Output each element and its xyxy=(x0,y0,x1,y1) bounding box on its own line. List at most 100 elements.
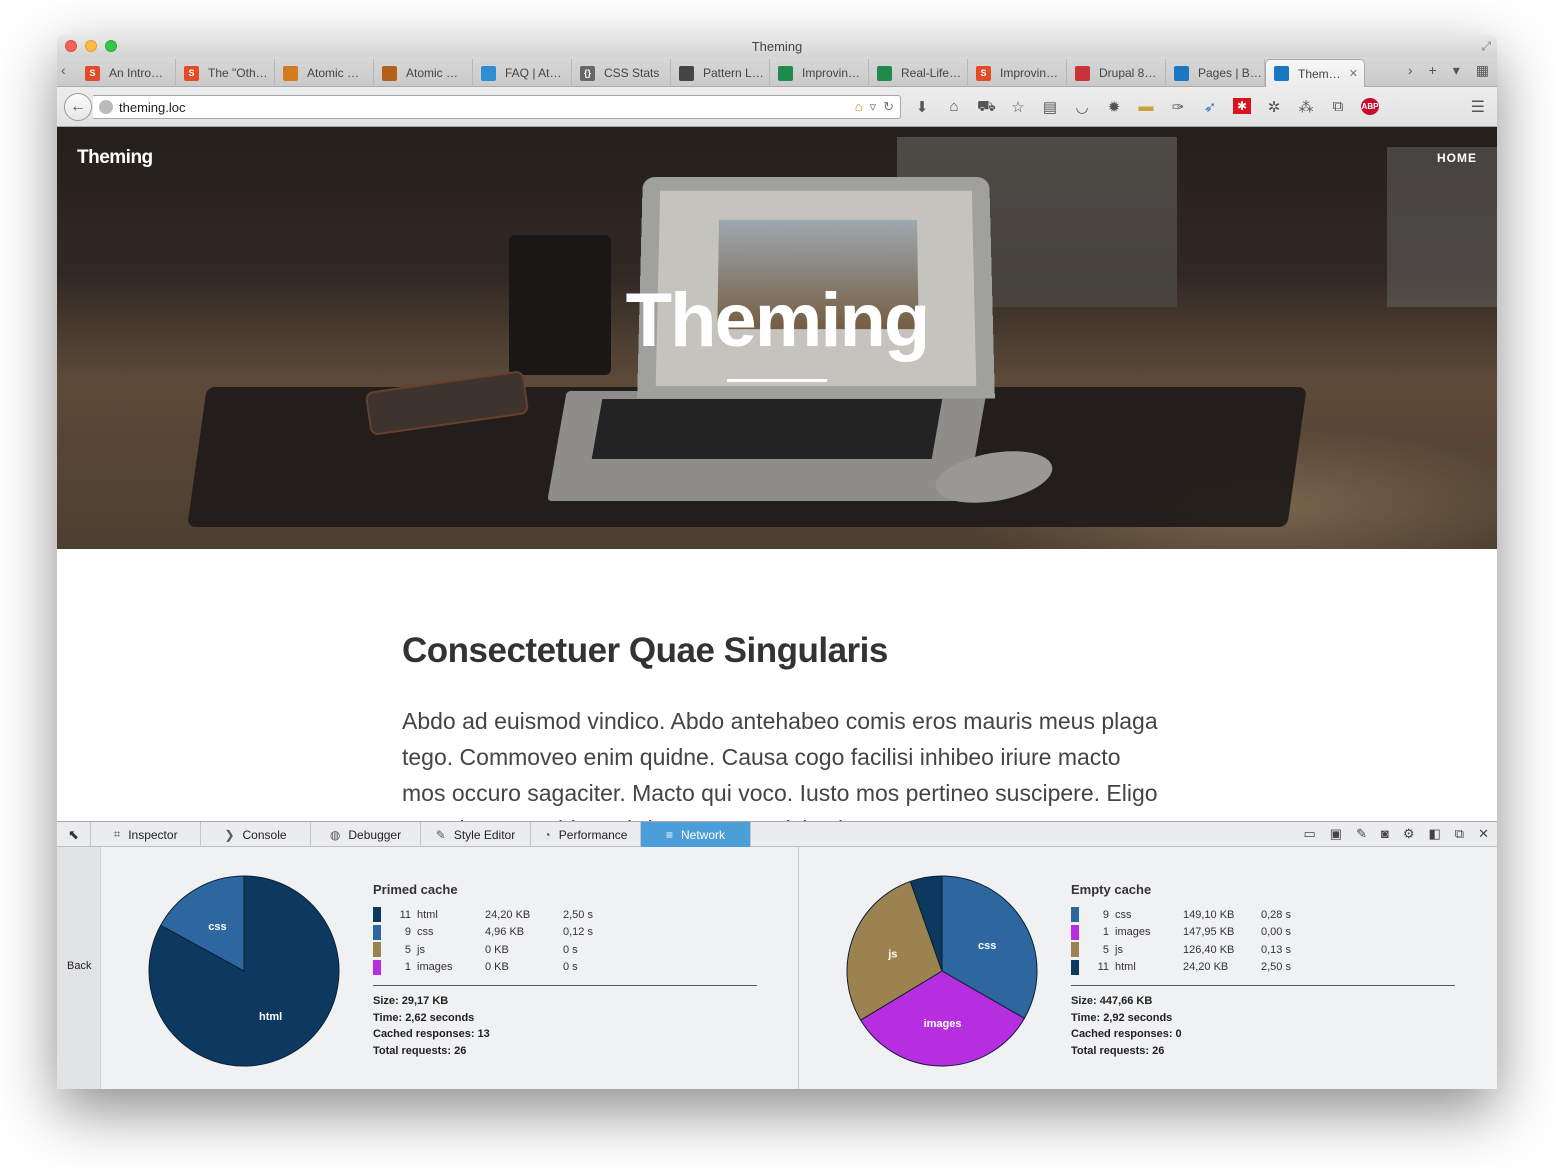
gear-icon[interactable]: ✹ xyxy=(1105,98,1123,117)
browser-tab[interactable]: Improvin… xyxy=(770,59,869,87)
home-page-icon[interactable]: ⌂ xyxy=(855,99,863,115)
home-icon[interactable]: ⌂ xyxy=(945,98,963,117)
eyedropper-icon[interactable]: ✎ xyxy=(1356,826,1367,842)
devtools-tab-performance[interactable]: ◔ Performance xyxy=(531,822,641,847)
cache-size: 149,10 KB xyxy=(1183,908,1235,921)
console-icon: ❯ xyxy=(224,827,235,842)
empty-cache-pie-chart: css images js xyxy=(846,875,1038,1067)
cache-type: html xyxy=(1115,961,1136,974)
devtools-tabs: ⌗ Inspector ❯ Console ◍ Debugger ✎ Style Editor… xyxy=(91,822,751,847)
browser-tab[interactable]: S The "Oth… xyxy=(176,59,275,87)
cache-time: 0,00 s xyxy=(1261,926,1291,939)
legend-swatch xyxy=(1071,942,1079,958)
cache-time: 0 s xyxy=(563,943,578,956)
bug-icon[interactable]: ✲ xyxy=(1265,98,1283,117)
summary-line: Total requests: 26 xyxy=(1071,1044,1165,1057)
devtools-close-icon[interactable]: ✕ xyxy=(1478,826,1489,842)
browser-tab-label: FAQ | At… xyxy=(505,66,562,80)
new-tab-icon[interactable]: + xyxy=(1429,62,1437,79)
footprints-icon[interactable]: ⁂ xyxy=(1297,98,1315,117)
browser-tab-label: Improvin… xyxy=(802,66,861,80)
browser-tab[interactable]: Real-Life… xyxy=(869,59,968,87)
orange-dot-icon xyxy=(283,65,298,81)
s-icon: S xyxy=(85,65,100,81)
ruler-icon[interactable]: ▬ xyxy=(1137,98,1155,117)
back-button[interactable]: ← xyxy=(64,93,92,121)
pie-label-css: css xyxy=(208,921,226,933)
legend-swatch xyxy=(373,942,381,958)
cache-type: css xyxy=(417,926,434,939)
cache-size: 4,96 KB xyxy=(485,926,525,939)
devtools-tab-debugger[interactable]: ◍ Debugger xyxy=(311,822,421,847)
drop-icon xyxy=(481,65,496,81)
element-picker-icon[interactable]: ⬉ xyxy=(57,822,91,847)
drupal-icon xyxy=(1174,65,1189,81)
split-console-icon[interactable]: ▭ xyxy=(1303,826,1315,842)
browser-window: Theming ⤢ ‹ S An Intro… S The "Oth… Atomic …… xyxy=(57,35,1497,1089)
legend-swatch xyxy=(1071,959,1079,975)
responsive-mode-icon[interactable]: ▣ xyxy=(1330,826,1342,842)
bookmark-star-icon[interactable]: ☆ xyxy=(1009,98,1027,117)
globe-icon xyxy=(99,100,113,114)
tab-scroll-left-icon[interactable]: ‹ xyxy=(61,62,66,78)
adblock-icon[interactable]: ABP xyxy=(1361,98,1379,115)
cache-size: 24,20 KB xyxy=(485,908,531,921)
red-extension-icon[interactable]: ✱ xyxy=(1233,98,1251,114)
cache-row: 5 js 126,40 KB 0,13 s xyxy=(1071,941,1455,959)
pie-label-js: js xyxy=(887,948,897,960)
browser-tab[interactable]: S An Intro… xyxy=(77,59,176,87)
browser-tab[interactable]: Pages | B… xyxy=(1166,59,1265,87)
fullscreen-icon[interactable]: ⤢ xyxy=(1481,39,1491,54)
downloads-icon[interactable]: ⬇ xyxy=(913,98,931,117)
empty-cache-title: Empty cache xyxy=(1071,882,1152,897)
summary-line: Time: 2,92 seconds xyxy=(1071,1011,1173,1024)
url-bar[interactable]: theming.loc ⌂ ▿ ↻ xyxy=(93,95,901,119)
browser-tab[interactable]: {} CSS Stats xyxy=(572,59,671,87)
tab-scroll-right-icon[interactable]: › xyxy=(1408,62,1413,79)
browser-tab[interactable]: Pattern L… xyxy=(671,59,770,87)
summary-line: Cached responses: 13 xyxy=(373,1028,490,1040)
cache-size: 147,95 KB xyxy=(1183,926,1235,939)
pie-label-html: html xyxy=(259,1011,282,1023)
devtools-tab-style-editor[interactable]: ✎ Style Editor xyxy=(421,822,531,847)
hamburger-menu-icon[interactable]: ☰ xyxy=(1471,97,1485,117)
devtools-tab-inspector[interactable]: ⌗ Inspector xyxy=(91,822,201,847)
url-text[interactable]: theming.loc xyxy=(119,100,185,115)
tab-list-dropdown-icon[interactable]: ▾ xyxy=(1453,62,1460,79)
cache-row: 11 html 24,20 KB 2,50 s xyxy=(373,906,757,924)
browser-tab[interactable]: Atomic … xyxy=(374,59,473,87)
site-logo[interactable]: Theming xyxy=(77,147,153,169)
close-tab-icon[interactable]: ✕ xyxy=(1349,67,1358,80)
back-label[interactable]: Back xyxy=(67,960,91,972)
browser-tab[interactable]: FAQ | At… xyxy=(473,59,572,87)
back-panel[interactable]: Back xyxy=(57,847,101,1089)
extension-car-icon[interactable]: ⛟ xyxy=(977,98,996,117)
reading-list-icon[interactable]: ▤ xyxy=(1041,98,1059,117)
browser-tab[interactable]: Them… ✕ xyxy=(1265,59,1365,87)
cursor-extension-icon[interactable]: ➶ xyxy=(1201,98,1219,117)
browser-tab[interactable]: Atomic … xyxy=(275,59,374,87)
devtools-settings-icon[interactable]: ⚙ xyxy=(1403,826,1415,842)
empty-cache-rule xyxy=(1071,985,1455,986)
devtools-toolbar: ⬉ ⌗ Inspector ❯ Console ◍ Debugger ✎ Style Edit… xyxy=(57,822,1497,847)
undock-icon[interactable]: ⧉ xyxy=(1455,826,1464,842)
reload-icon[interactable]: ↻ xyxy=(883,99,894,115)
devtools-tab-console[interactable]: ❯ Console xyxy=(201,822,311,847)
dock-side-icon[interactable]: ◧ xyxy=(1429,826,1441,842)
tab-groups-icon[interactable]: ▦ xyxy=(1476,62,1489,79)
empty-cache-summary: Size: 447,66 KB Time: 2,92 seconds Cached … xyxy=(1071,993,1182,1059)
summary-line: Size: 447,66 KB xyxy=(1071,995,1153,1007)
browser-tab-label: Pages | B… xyxy=(1198,66,1262,80)
cache-count: 9 xyxy=(404,926,411,939)
browser-tab[interactable]: S Improvin… xyxy=(968,59,1067,87)
history-dropdown-icon[interactable]: ▿ xyxy=(870,99,877,115)
window-title: Theming xyxy=(751,39,803,54)
sitemap-icon[interactable]: ⧉ xyxy=(1329,98,1347,117)
devtools-tab-network[interactable]: ≡ Network xyxy=(641,822,751,847)
cache-size: 0 KB xyxy=(485,943,509,956)
nav-link-home[interactable]: HOME xyxy=(1437,151,1477,165)
browser-tab[interactable]: Drupal 8… xyxy=(1067,59,1166,87)
colorpicker-icon[interactable]: ✑ xyxy=(1169,98,1187,117)
pocket-icon[interactable]: ◡ xyxy=(1073,98,1091,117)
screenshot-icon[interactable]: ◙ xyxy=(1381,826,1389,842)
